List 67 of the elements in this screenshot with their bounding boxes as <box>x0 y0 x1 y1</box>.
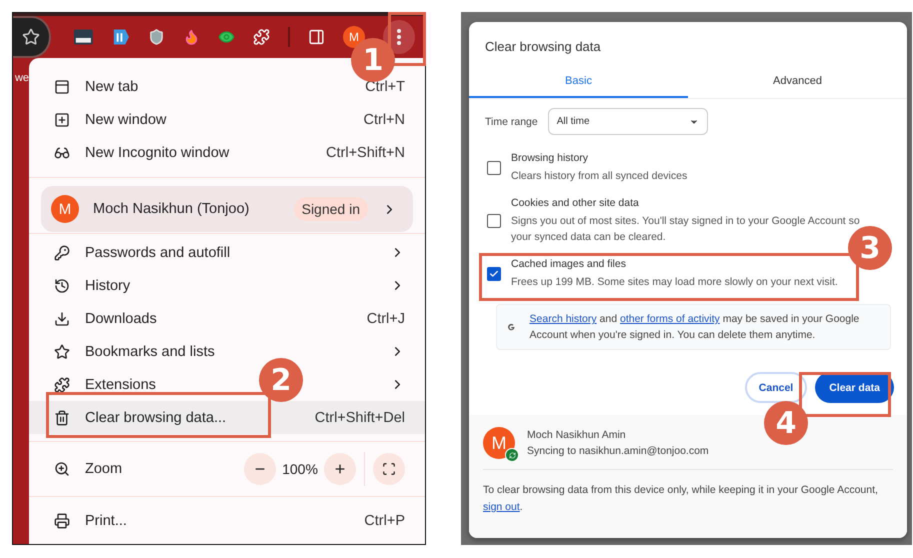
time-range-select[interactable]: All time <box>548 108 708 135</box>
puzzle-icon[interactable] <box>253 28 270 46</box>
checkbox[interactable] <box>487 267 501 281</box>
tab[interactable]: Basic <box>469 66 688 98</box>
menu-item[interactable]: Bookmarks and lists <box>85 344 215 360</box>
tab[interactable]: Advanced <box>688 66 907 98</box>
menu-item[interactable]: Print... <box>85 512 127 528</box>
menu-item[interactable]: Downloads <box>85 310 157 326</box>
history-icon <box>54 278 70 294</box>
page-text: we <box>14 72 29 84</box>
menu-item[interactable]: History <box>85 278 130 294</box>
menu-icon <box>396 29 401 45</box>
shortcut-text: Ctrl+Shift+Del <box>314 410 405 426</box>
zoom-value: 100% <box>281 461 319 477</box>
new-badge-icon[interactable] <box>72 27 94 47</box>
signed-in-badge: Signed in <box>294 197 368 221</box>
tag-icon[interactable] <box>112 27 130 47</box>
zoom-out-button[interactable]: − <box>244 453 276 485</box>
key-icon <box>54 244 70 260</box>
shortcut-text: Ctrl+J <box>366 310 405 326</box>
option-description: Frees up 199 MB. Some sites may load more slowly on your next visit. <box>511 275 838 290</box>
info-text: Search history and other forms of activity may be saved in your Google Account when you're signed in. You can delete them anytime. <box>530 312 860 343</box>
puzzle-icon <box>54 376 70 392</box>
menu-item[interactable]: Extensions <box>85 376 156 392</box>
zoom-in-button[interactable]: + <box>324 453 356 485</box>
trash-icon <box>54 410 70 426</box>
zoom-label: Zoom <box>85 461 124 477</box>
link[interactable]: sign out <box>483 501 520 513</box>
link[interactable]: Search history <box>530 313 597 325</box>
menu-item[interactable]: New tab <box>85 78 138 94</box>
fullscreen-icon <box>382 462 396 476</box>
shield-icon[interactable] <box>148 28 166 46</box>
shortcut-text: Ctrl+N <box>364 112 405 128</box>
side-panel-icon[interactable] <box>308 28 325 46</box>
checkbox[interactable] <box>487 161 501 175</box>
profile-name: Moch Nasikhun (Tonjoo) <box>93 201 250 217</box>
dialog-title: Clear browsing data <box>484 38 602 56</box>
sync-status: Syncing to nasikhun.amin@tonjoo.com <box>527 445 709 457</box>
shortcut-text: Ctrl+P <box>364 512 405 528</box>
shortcut-text: Ctrl+Shift+N <box>326 144 405 160</box>
profile-item[interactable]: M Moch Nasikhun (Tonjoo) Signed in <box>41 186 413 232</box>
menu-item[interactable]: New Incognito window <box>85 144 230 160</box>
window-icon <box>54 78 70 94</box>
link[interactable]: other forms of activity <box>620 313 720 325</box>
menu-item[interactable]: New window <box>85 112 166 128</box>
star-icon <box>22 28 40 46</box>
zoom-in-icon <box>54 461 70 477</box>
glasses-icon <box>54 144 70 160</box>
option-title: Browsing history <box>511 152 590 164</box>
download-icon <box>54 310 70 326</box>
fullscreen-button[interactable] <box>373 453 405 485</box>
window-plus-icon <box>54 112 70 128</box>
check-icon <box>489 269 499 279</box>
account-name: Moch Nasikhun Amin <box>527 429 627 441</box>
option-title: Cached images and files <box>511 258 627 270</box>
option-description: Clears history from all synced devices <box>511 169 688 184</box>
option-title: Cookies and other site data <box>511 197 640 209</box>
checkbox[interactable] <box>487 214 501 228</box>
footer-text: To clear browsing data from this device only, while keeping it in your Google Account, sign out. <box>483 483 879 515</box>
star-button[interactable] <box>13 16 51 58</box>
printer-icon <box>54 512 70 528</box>
menu-item[interactable]: Passwords and autofill <box>85 244 230 260</box>
cancel-button[interactable]: Cancel <box>744 372 808 403</box>
avatar: M <box>51 195 79 223</box>
star-icon <box>54 344 70 360</box>
menu-item[interactable]: Clear browsing data... Ctrl+Shift+Del <box>29 401 425 434</box>
time-range-label: Time range <box>485 116 538 128</box>
